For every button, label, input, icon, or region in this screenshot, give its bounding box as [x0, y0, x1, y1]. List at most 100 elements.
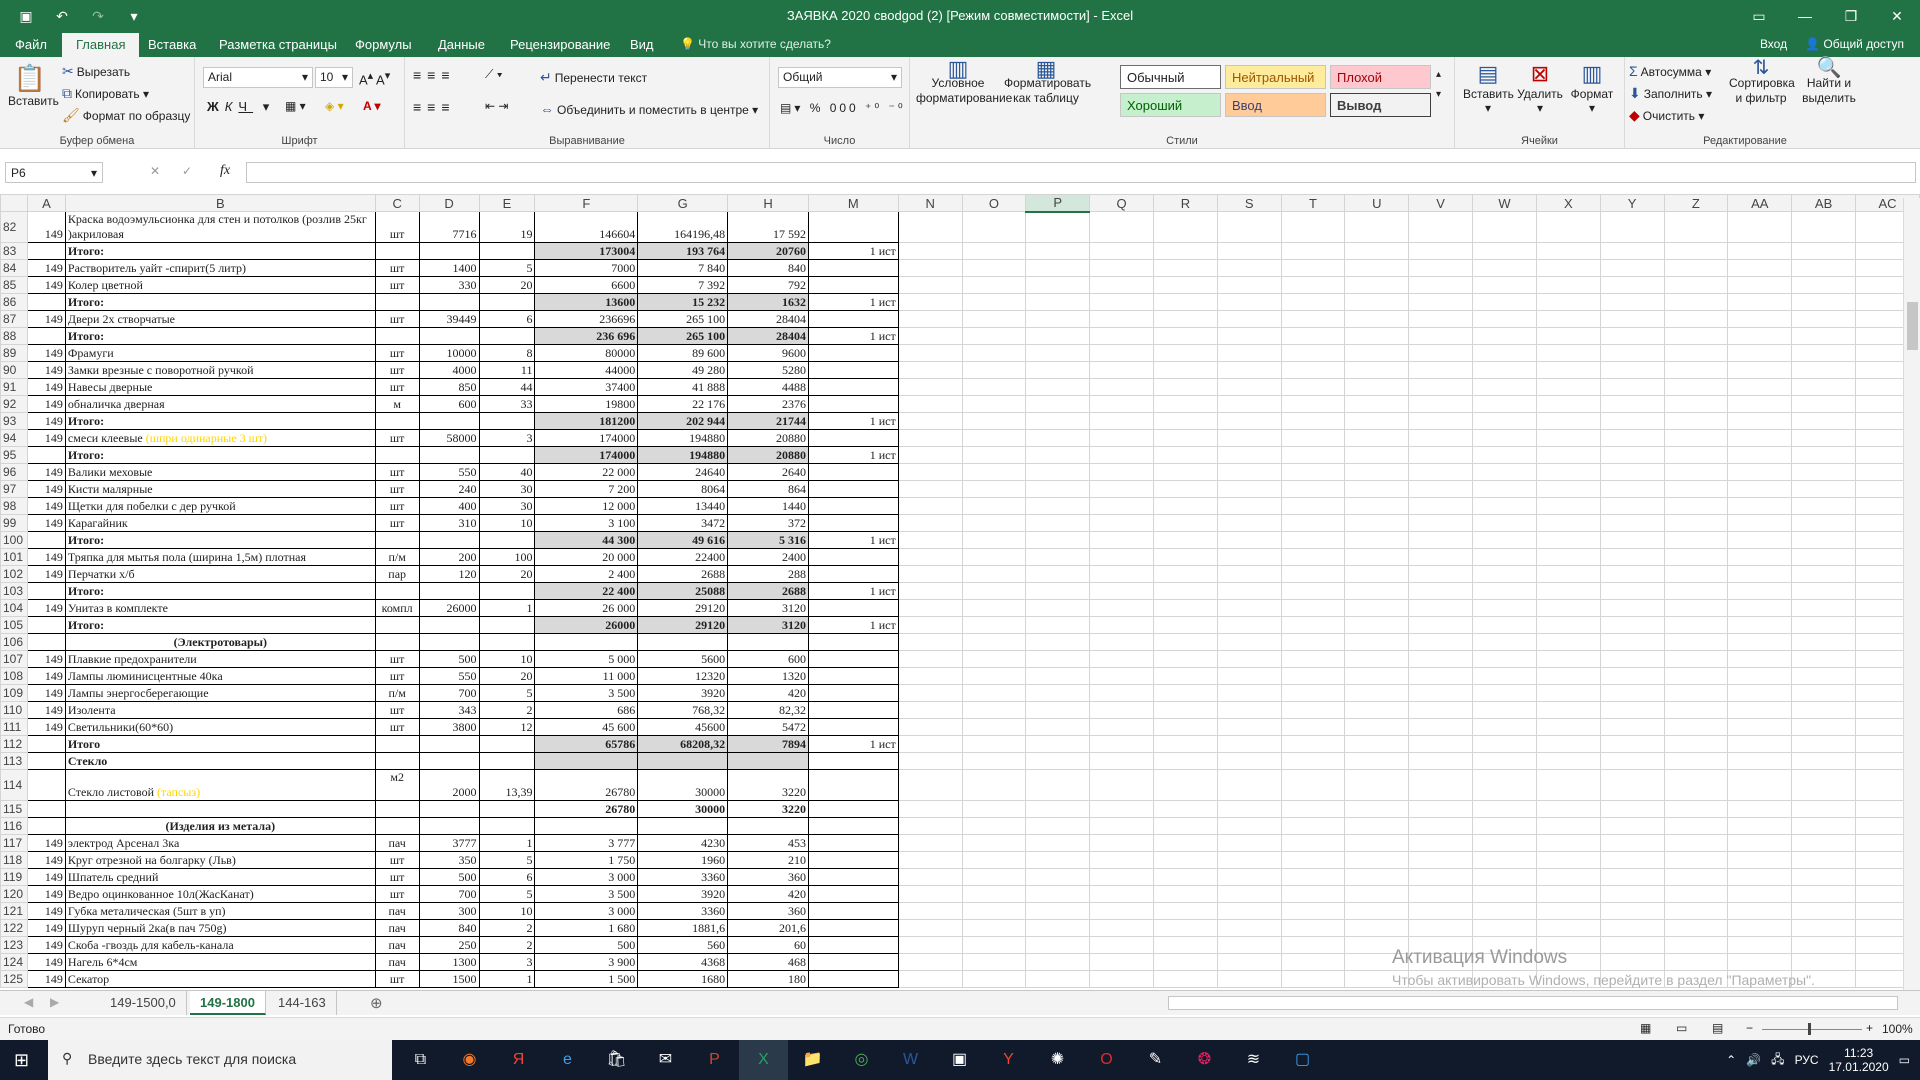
empty-cell[interactable]	[1663, 752, 1729, 770]
empty-cell[interactable]	[1535, 211, 1601, 243]
cell-a[interactable]: 149	[26, 701, 66, 719]
empty-cell[interactable]	[1280, 361, 1346, 379]
empty-cell[interactable]	[1216, 211, 1282, 243]
cell-b[interactable]: Итого:	[64, 531, 376, 549]
column-header[interactable]: O	[961, 194, 1027, 212]
empty-cell[interactable]	[1280, 565, 1346, 583]
cell-c[interactable]: пар	[374, 565, 420, 583]
empty-cell[interactable]	[1025, 616, 1091, 634]
empty-cell[interactable]	[897, 276, 963, 294]
empty-cell[interactable]	[1408, 531, 1474, 549]
cell-h[interactable]: 20880	[727, 446, 809, 464]
cell-e[interactable]: 30	[478, 480, 536, 498]
empty-cell[interactable]	[1280, 834, 1346, 852]
empty-cell[interactable]	[1599, 684, 1665, 702]
empty-cell[interactable]	[1663, 276, 1729, 294]
cell-a[interactable]: 149	[26, 310, 66, 328]
empty-cell[interactable]	[1663, 344, 1729, 362]
number-format-combo[interactable]: Общий ▾	[778, 67, 902, 88]
empty-cell[interactable]	[1025, 565, 1091, 583]
cell-m[interactable]	[807, 276, 899, 294]
empty-cell[interactable]	[1025, 800, 1091, 818]
cell-c[interactable]: шт	[374, 480, 420, 498]
empty-cell[interactable]	[1663, 684, 1729, 702]
empty-cell[interactable]	[1472, 817, 1537, 835]
cell-m[interactable]	[807, 919, 899, 937]
cell-h[interactable]: 210	[727, 851, 809, 869]
row-header[interactable]: 104	[0, 599, 28, 617]
empty-cell[interactable]	[1663, 565, 1729, 583]
cell-m[interactable]	[807, 936, 899, 954]
empty-cell[interactable]	[1408, 667, 1474, 685]
cell-a[interactable]	[26, 293, 66, 311]
empty-cell[interactable]	[1663, 582, 1729, 600]
cell-f[interactable]: 22 000	[534, 463, 639, 481]
empty-cell[interactable]	[1727, 684, 1793, 702]
cell-f[interactable]: 236 696	[534, 327, 639, 345]
row-header[interactable]: 89	[0, 344, 28, 362]
cell-m[interactable]	[807, 429, 899, 447]
empty-cell[interactable]	[1535, 735, 1601, 753]
empty-cell[interactable]	[1025, 480, 1091, 498]
empty-cell[interactable]	[1408, 735, 1474, 753]
empty-cell[interactable]	[1535, 599, 1601, 617]
cell-g[interactable]: 5600	[637, 650, 729, 668]
cell-b[interactable]: Лампы энергосберегающие	[64, 684, 376, 702]
row-header[interactable]: 117	[0, 834, 28, 852]
empty-cell[interactable]	[1791, 310, 1856, 328]
cell-b[interactable]: Фрамуги	[64, 344, 376, 362]
empty-cell[interactable]	[1535, 633, 1601, 651]
cell-d[interactable]: 400	[418, 497, 480, 515]
empty-cell[interactable]	[1089, 718, 1154, 736]
empty-cell[interactable]	[1152, 361, 1218, 379]
empty-cell[interactable]	[1089, 752, 1154, 770]
zoom-in-icon[interactable]: +	[1866, 1021, 1873, 1035]
app5-icon[interactable]: ▢	[1278, 1040, 1327, 1080]
empty-cell[interactable]	[1535, 885, 1601, 903]
empty-cell[interactable]	[1025, 633, 1091, 651]
cell-c[interactable]	[374, 412, 420, 430]
empty-cell[interactable]	[1727, 752, 1793, 770]
row-header[interactable]: 87	[0, 310, 28, 328]
empty-cell[interactable]	[897, 497, 963, 515]
app2-icon[interactable]: ✎	[1131, 1040, 1180, 1080]
empty-cell[interactable]	[1344, 735, 1410, 753]
row-header[interactable]: 109	[0, 684, 28, 702]
row-header[interactable]: 96	[0, 463, 28, 481]
empty-cell[interactable]	[1025, 293, 1091, 311]
empty-cell[interactable]	[1599, 936, 1665, 954]
empty-cell[interactable]	[1216, 633, 1282, 651]
empty-cell[interactable]	[1663, 616, 1729, 634]
formula-input[interactable]	[246, 162, 1916, 183]
cell-h[interactable]: 20880	[727, 429, 809, 447]
cell-g[interactable]	[637, 752, 729, 770]
cell-h[interactable]: 468	[727, 953, 809, 971]
empty-cell[interactable]	[1216, 684, 1282, 702]
cell-b[interactable]: Лампы люминисцентные 40ка	[64, 667, 376, 685]
empty-cell[interactable]	[1791, 211, 1856, 243]
empty-cell[interactable]	[1535, 327, 1601, 345]
store-icon[interactable]: 🛍	[592, 1040, 641, 1080]
empty-cell[interactable]	[1791, 582, 1856, 600]
empty-cell[interactable]	[1089, 701, 1154, 719]
empty-cell[interactable]	[1408, 548, 1474, 566]
empty-cell[interactable]	[1599, 548, 1665, 566]
empty-cell[interactable]	[961, 936, 1027, 954]
empty-cell[interactable]	[1472, 868, 1537, 886]
page-break-view-icon[interactable]: ▤	[1712, 1021, 1723, 1035]
empty-cell[interactable]	[1727, 616, 1793, 634]
cell-h[interactable]: 2688	[727, 582, 809, 600]
cell-d[interactable]	[418, 582, 480, 600]
style-neutral[interactable]: Нейтральный	[1225, 65, 1326, 89]
empty-cell[interactable]	[1089, 327, 1154, 345]
cell-m[interactable]: 1 ист	[807, 616, 899, 634]
empty-cell[interactable]	[1727, 497, 1793, 515]
empty-cell[interactable]	[1089, 885, 1154, 903]
cell-b[interactable]: (Электротовары)	[64, 633, 376, 651]
task-view-icon[interactable]: ⧉	[396, 1040, 445, 1080]
empty-cell[interactable]	[1472, 276, 1537, 294]
empty-cell[interactable]	[1025, 463, 1091, 481]
cell-b[interactable]: Светильники(60*60)	[64, 718, 376, 736]
cell-m[interactable]	[807, 344, 899, 362]
excel-icon[interactable]: X	[739, 1040, 788, 1080]
